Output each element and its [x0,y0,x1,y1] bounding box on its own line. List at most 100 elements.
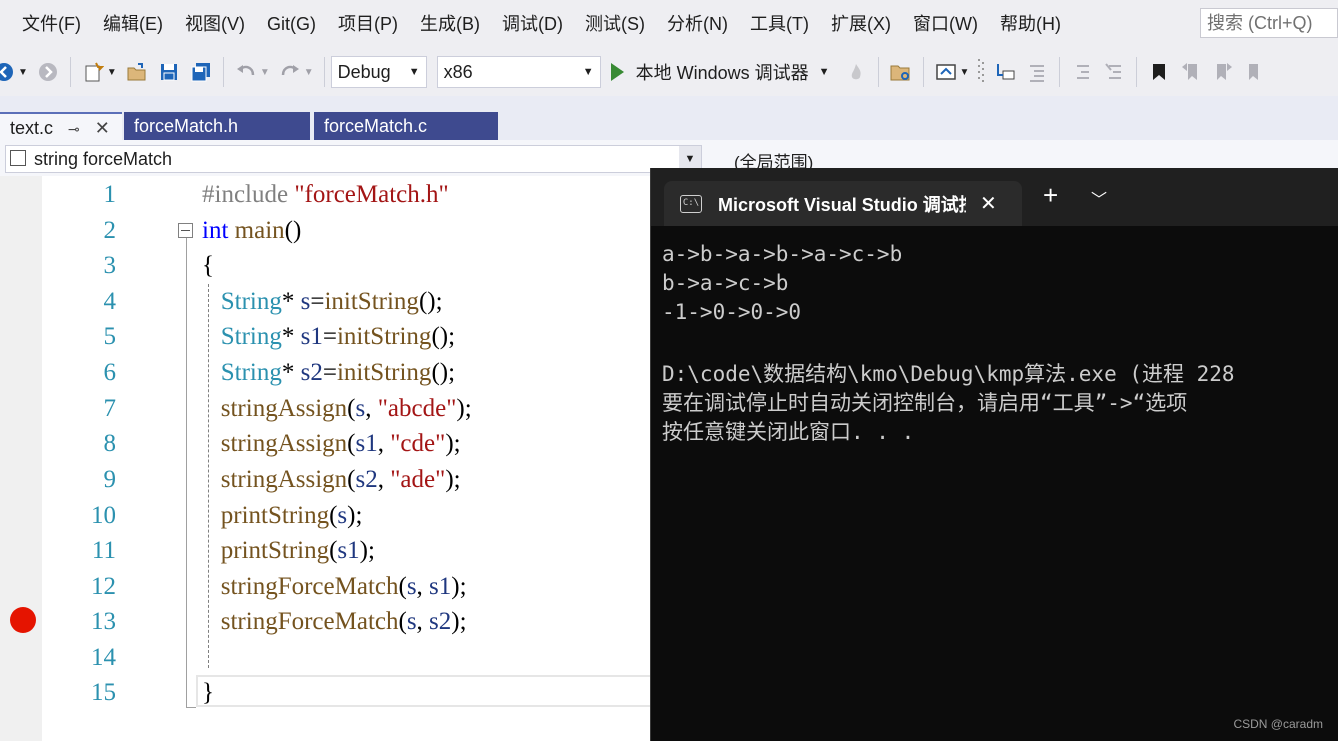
tab-label: text.c [10,118,54,138]
line-number: 7 [103,395,117,422]
format-icon[interactable] [1025,60,1049,84]
menu-build[interactable]: 生成(B) [420,0,496,48]
breakpoint-icon[interactable] [10,607,36,633]
hot-reload-icon[interactable] [844,60,868,84]
home-dropdown-icon[interactable]: ▼ [960,67,970,78]
project-icon [10,150,26,166]
toolbar-separator [323,57,325,87]
clear-bookmarks-icon[interactable] [1243,60,1267,84]
tab-label: forceMatch.h [134,116,239,136]
back-dropdown-icon[interactable]: ▼ [18,67,28,78]
menu-git[interactable]: Git(G) [267,0,332,48]
play-icon [610,63,624,81]
project-scope-value: string forceMatch [34,149,173,169]
code-line-10[interactable]: printString(s); [202,502,363,530]
line-number: 1 [103,181,117,208]
code-line-2[interactable]: int main() [202,217,301,245]
code-line-1[interactable]: #include "forceMatch.h" [202,181,449,209]
chevron-down-icon[interactable]: ▼ [819,66,830,78]
comment-icon[interactable] [1070,60,1094,84]
code-line-7[interactable]: stringAssign(s, "abcde"); [202,395,472,423]
code-editor[interactable]: 1 2 3 4 5 6 7 8 9 10 11 12 13 14 15 #inc… [0,176,652,741]
line-number: 4 [103,288,117,315]
code-line-8[interactable]: stringAssign(s1, "cde"); [202,430,461,458]
code-line-13[interactable]: stringForceMatch(s, s2); [202,608,467,636]
undo-icon[interactable] [234,60,258,84]
menu-view[interactable]: 视图(V) [185,0,261,48]
debug-console-window[interactable]: C:\ Microsoft Visual Studio 调试控制台 ✕ + ﹀ … [650,168,1338,741]
close-icon[interactable]: ✕ [980,191,997,216]
line-number: 13 [91,608,116,635]
code-line-12[interactable]: stringForceMatch(s, s1); [202,573,467,601]
menu-debug[interactable]: 调试(D) [502,0,579,48]
current-line-highlight [196,675,652,707]
tab-forcematch-h[interactable]: forceMatch.h [124,112,310,140]
new-dropdown-icon[interactable]: ▼ [107,67,117,78]
undo-dropdown-icon[interactable]: ▼ [260,67,270,78]
chevron-down-icon[interactable]: ﹀ [1091,186,1107,210]
run-label: 本地 Windows 调试器 [635,63,809,83]
code-line-15[interactable]: } [202,679,214,707]
menu-help[interactable]: 帮助(H) [1000,0,1077,48]
next-bookmark-icon[interactable] [1211,60,1235,84]
close-icon[interactable]: ✕ [95,118,110,138]
solution-explorer-icon[interactable] [889,60,913,84]
line-number: 9 [103,466,117,493]
line-number: 8 [103,430,117,457]
chevron-down-icon: ▼ [408,66,420,78]
code-line-5[interactable]: String* s1=initString(); [202,323,455,351]
line-number: 10 [91,502,116,529]
menu-extensions[interactable]: 扩展(X) [831,0,907,48]
prev-bookmark-icon[interactable] [1179,60,1203,84]
code-line-4[interactable]: String* s=initString(); [202,288,443,316]
tab-forcematch-c[interactable]: forceMatch.c [314,112,498,140]
pin-icon[interactable]: ⊸ [68,121,80,137]
platform-value: x86 [443,61,473,82]
watermark: CSDN @caradm [1233,717,1323,731]
menu-project[interactable]: 项目(P) [338,0,414,48]
step-into-icon[interactable] [993,60,1017,84]
save-all-icon[interactable] [189,60,213,84]
open-folder-icon[interactable] [125,60,149,84]
fold-toggle[interactable] [178,223,193,238]
new-tab-icon[interactable]: + [1043,180,1058,211]
console-icon: C:\ [680,194,702,213]
toolbar: ▼ ▼ ▼ ▼ Debug ▼ x86 ▼ 本地 Windows 调试器 ▼ ▼ [0,48,1338,96]
code-line-6[interactable]: String* s2=initString(); [202,359,455,387]
bookmark-icon[interactable] [1147,60,1171,84]
new-project-icon[interactable] [81,60,105,84]
redo-icon[interactable] [278,60,302,84]
menu-analyze[interactable]: 分析(N) [667,0,744,48]
menu-window[interactable]: 窗口(W) [913,0,994,48]
back-icon[interactable] [0,60,16,84]
menu-test[interactable]: 测试(S) [585,0,661,48]
home-window-icon[interactable] [934,60,958,84]
search-input[interactable]: 搜索 (Ctrl+Q) [1200,8,1338,38]
menu-file[interactable]: 文件(F) [22,0,97,48]
line-number: 3 [103,252,117,279]
forward-icon[interactable] [36,60,60,84]
console-output-line: 要在调试停止时自动关闭控制台，请启用“工具”->“选项 [662,391,1188,415]
console-tab[interactable]: C:\ Microsoft Visual Studio 调试控制台 ✕ [664,181,1022,226]
console-output-line: D:\code\数据结构\kmo\Debug\kmp算法.exe (进程 228 [662,362,1235,386]
toolbar-separator [1136,57,1138,87]
project-scope-select[interactable]: string forceMatch ▼ [5,145,702,173]
config-select[interactable]: Debug ▼ [330,56,427,88]
code-line-11[interactable]: printString(s1); [202,537,375,565]
line-number: 6 [103,359,117,386]
redo-dropdown-icon[interactable]: ▼ [304,67,314,78]
chevron-down-icon: ▼ [582,66,594,78]
menu-edit[interactable]: 编辑(E) [103,0,179,48]
code-line-3[interactable]: { [202,252,214,280]
tab-text-c[interactable]: text.c ⊸ ✕ [0,112,122,140]
platform-select[interactable]: x86 ▼ [436,56,601,88]
uncomment-icon[interactable] [1102,60,1126,84]
menu-tools[interactable]: 工具(T) [750,0,825,48]
line-number: 12 [91,573,116,600]
code-line-9[interactable]: stringAssign(s2, "ade"); [202,466,461,494]
glyph-margin[interactable] [0,176,42,741]
line-number: 2 [103,217,117,244]
start-debugging-button[interactable]: 本地 Windows 调试器 ▼ [610,59,830,85]
save-icon[interactable] [157,60,181,84]
tab-label: forceMatch.c [324,116,428,136]
